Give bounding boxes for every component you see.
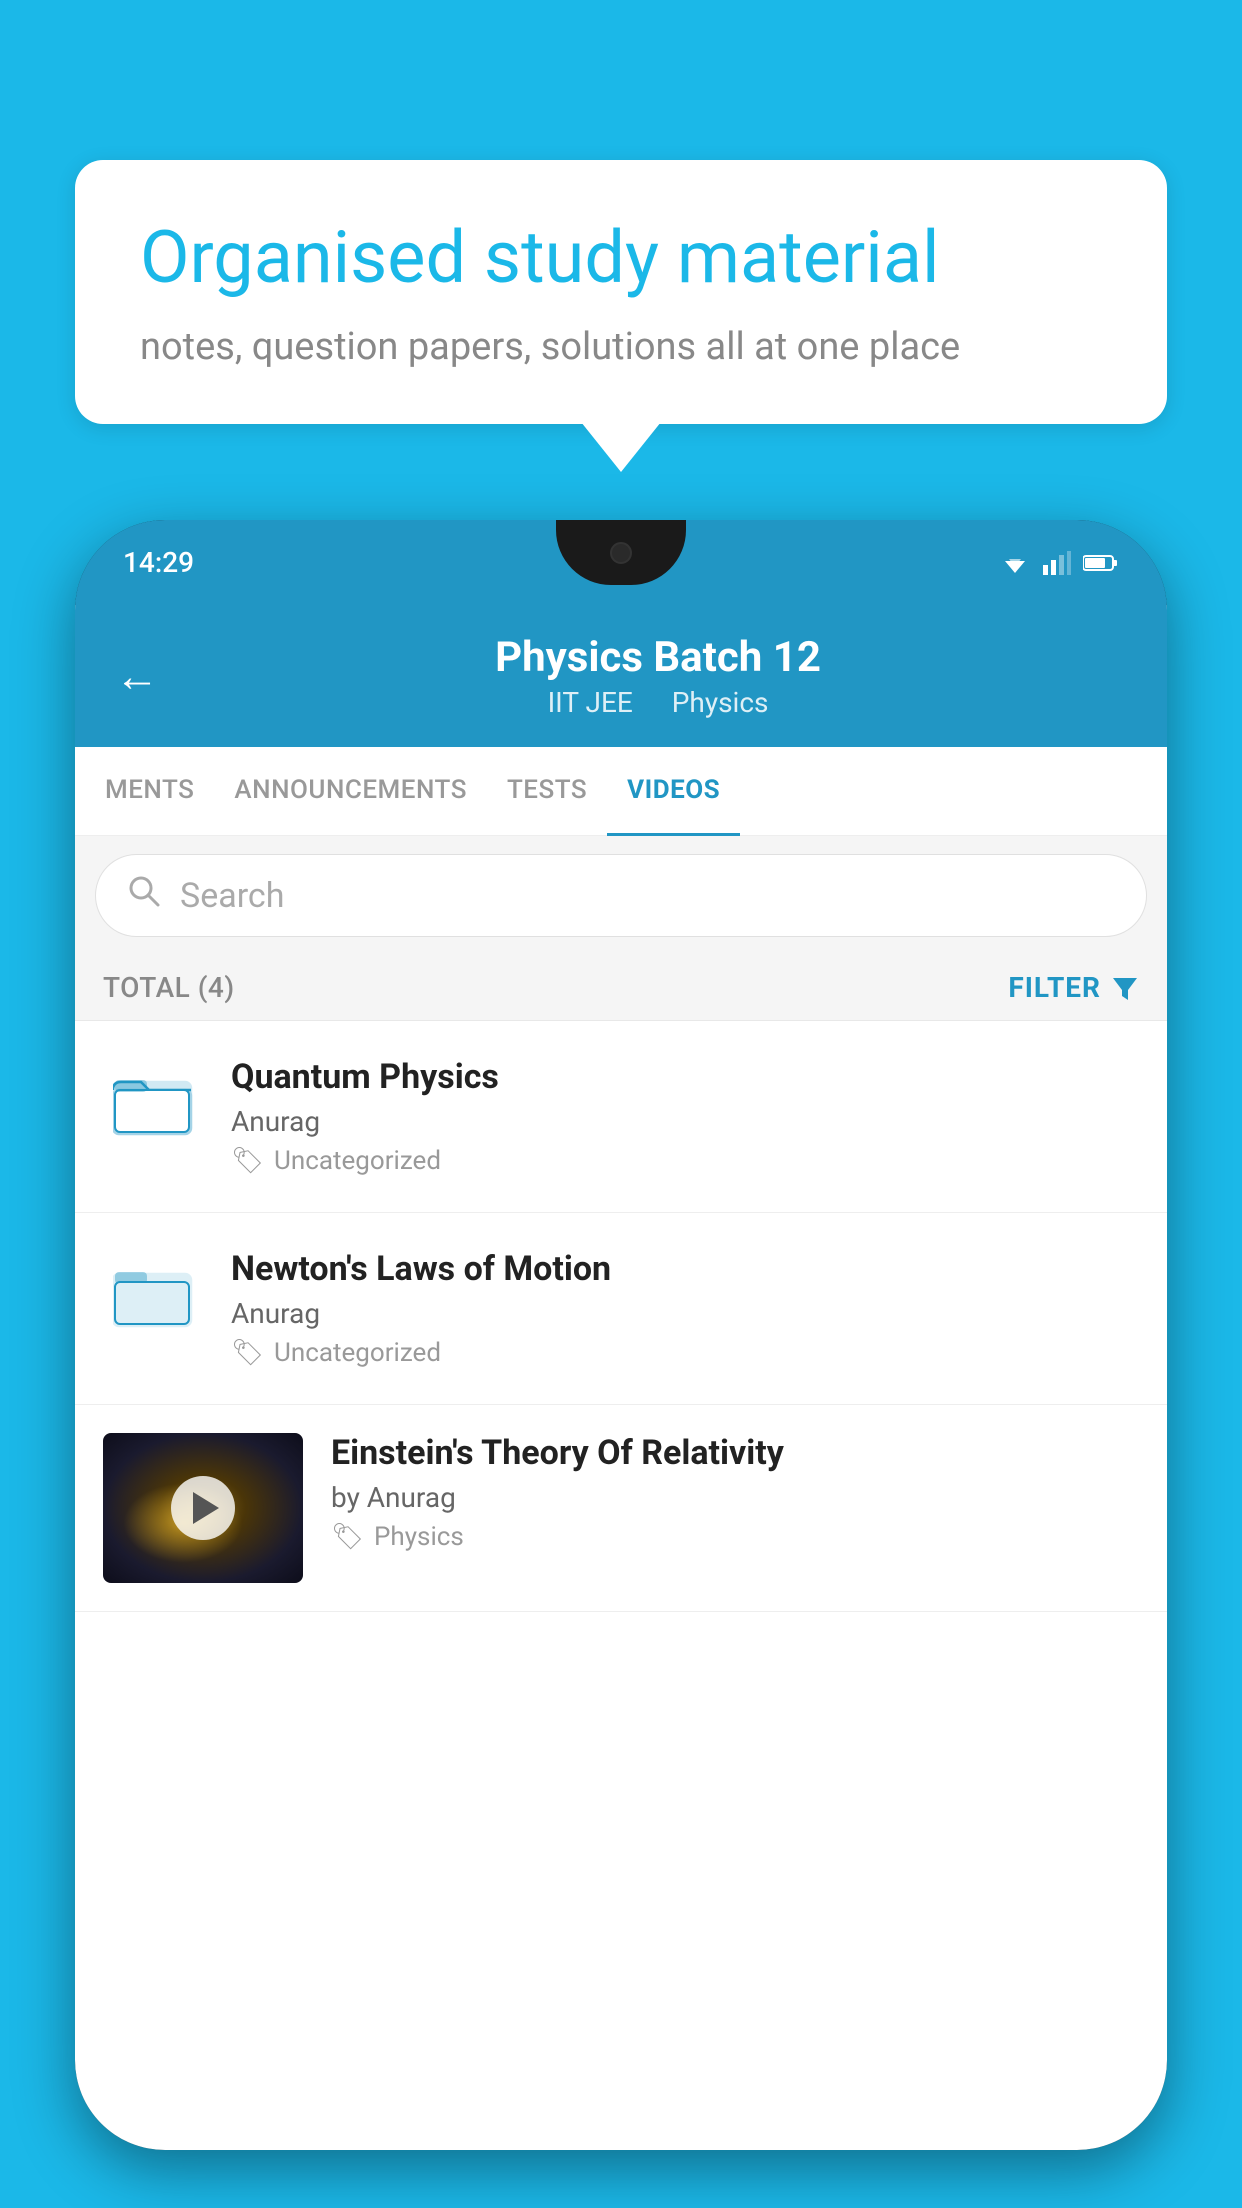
filter-button[interactable]: FILTER (1008, 971, 1139, 1004)
bubble-subtitle: notes, question papers, solutions all at… (140, 325, 1102, 369)
tag-icon-2: 🏷 (231, 1338, 264, 1368)
speech-bubble: Organised study material notes, question… (75, 160, 1167, 424)
physics-label: Physics (672, 686, 769, 719)
video-tag-2: 🏷 Uncategorized (231, 1338, 1139, 1368)
video-list: Quantum Physics Anurag 🏷 Uncategorized (75, 1021, 1167, 1612)
einstein-author: by Anurag (331, 1481, 1139, 1514)
video-title-2: Newton's Laws of Motion (231, 1249, 1139, 1289)
phone-screen: ← Physics Batch 12 IIT JEE Physics MENTS… (75, 605, 1167, 2150)
tab-announcements[interactable]: ANNOUNCEMENTS (214, 747, 487, 836)
status-bar: 14:29 (75, 520, 1167, 605)
einstein-tag: 🏷 Physics (331, 1522, 1139, 1552)
filter-row: TOTAL (4) FILTER (75, 955, 1167, 1021)
back-button[interactable]: ← (115, 650, 159, 702)
status-icons (999, 551, 1119, 575)
list-item[interactable]: Einstein's Theory Of Relativity by Anura… (75, 1405, 1167, 1612)
signal-icon (1043, 551, 1071, 575)
filter-icon (1111, 974, 1139, 1002)
play-icon (193, 1492, 219, 1524)
einstein-thumb (103, 1433, 303, 1583)
search-bar[interactable]: Search (95, 854, 1147, 937)
tag-icon-1: 🏷 (231, 1146, 264, 1176)
list-item[interactable]: Newton's Laws of Motion Anurag 🏷 Uncateg… (75, 1213, 1167, 1405)
tag-icon-3: 🏷 (331, 1522, 364, 1552)
wifi-icon (999, 551, 1031, 575)
einstein-title: Einstein's Theory Of Relativity (331, 1433, 1139, 1473)
video-info-1: Quantum Physics Anurag 🏷 Uncategorized (231, 1057, 1139, 1176)
notch-cutout (556, 520, 686, 585)
header-title-block: Physics Batch 12 IIT JEE Physics (189, 633, 1127, 719)
folder-thumb-2 (103, 1249, 203, 1339)
einstein-info: Einstein's Theory Of Relativity by Anura… (331, 1433, 1139, 1552)
search-bar-wrapper: Search (75, 836, 1167, 955)
list-item[interactable]: Quantum Physics Anurag 🏷 Uncategorized (75, 1021, 1167, 1213)
batch-subtitle: IIT JEE Physics (189, 686, 1127, 719)
video-info-2: Newton's Laws of Motion Anurag 🏷 Uncateg… (231, 1249, 1139, 1368)
status-time: 14:29 (123, 546, 194, 579)
folder-icon (113, 1258, 193, 1330)
search-placeholder: Search (180, 876, 284, 916)
search-icon (126, 873, 162, 918)
play-button[interactable] (171, 1476, 235, 1540)
folder-thumb-1 (103, 1057, 203, 1147)
app-header: ← Physics Batch 12 IIT JEE Physics (75, 605, 1167, 747)
phone-outer: 14:29 (75, 520, 1167, 2150)
video-author-1: Anurag (231, 1105, 1139, 1138)
bubble-title: Organised study material (140, 215, 1102, 301)
camera-dot (610, 542, 632, 564)
video-title-1: Quantum Physics (231, 1057, 1139, 1097)
tabs-bar: MENTS ANNOUNCEMENTS TESTS VIDEOS (75, 747, 1167, 836)
batch-title: Physics Batch 12 (189, 633, 1127, 682)
video-tag-1: 🏷 Uncategorized (231, 1146, 1139, 1176)
phone-mockup: 14:29 (75, 520, 1167, 2208)
tab-ments[interactable]: MENTS (85, 747, 214, 836)
battery-icon (1083, 553, 1119, 573)
iit-jee-label: IIT JEE (548, 686, 633, 719)
folder-icon (113, 1066, 193, 1138)
total-count-label: TOTAL (4) (103, 971, 235, 1004)
video-author-2: Anurag (231, 1297, 1139, 1330)
tab-videos[interactable]: VIDEOS (607, 747, 740, 836)
tab-tests[interactable]: TESTS (487, 747, 607, 836)
